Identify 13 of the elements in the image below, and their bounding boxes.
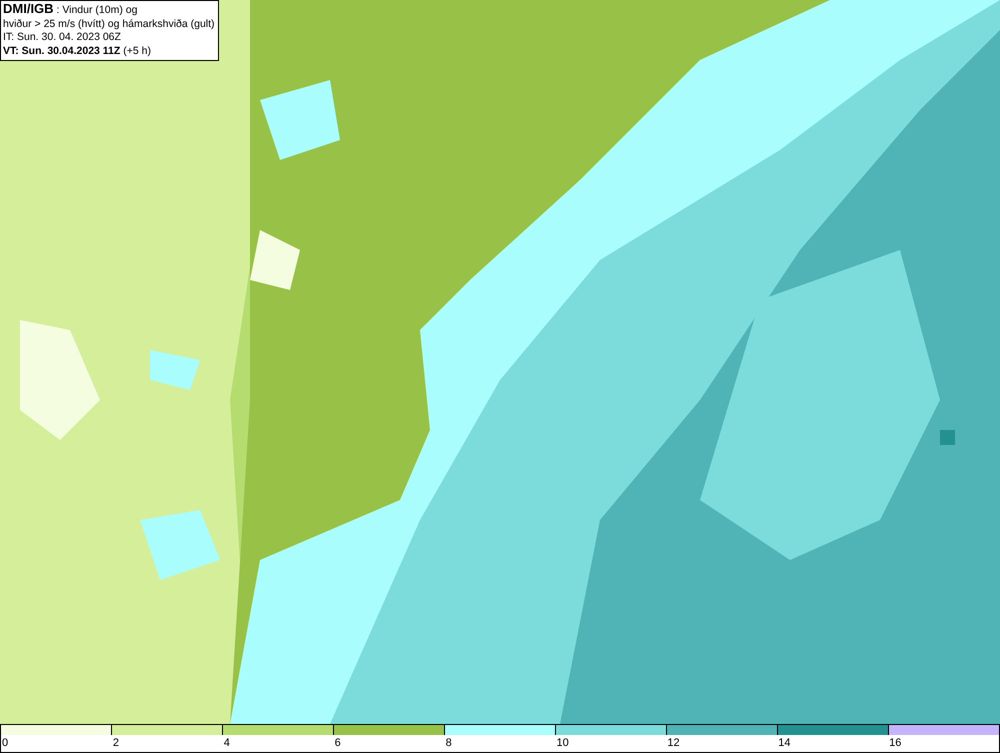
caption-line: IT: Sun. 30. 04. 2023 06Z [3, 31, 122, 44]
legend-tick-label: 2 [112, 737, 120, 749]
caption-line: hviður > 25 m/s (hvítt) og hámarkshviða (gult) [3, 18, 215, 31]
legend-tick-label: 14 [778, 737, 790, 749]
legend-tick-label: 0 [2, 737, 8, 749]
legend-tick-label: 8 [446, 737, 452, 749]
legend-tick-label: 12 [667, 737, 680, 749]
caption-line: VT: Sun. 30.04.2023 11Z (+5 h) [3, 44, 152, 58]
legend-tick-label: 16 [889, 737, 902, 749]
legend-tick-label: 4 [224, 737, 230, 749]
caption-line: DMI/IGB : Vindur (10m) og [3, 2, 138, 18]
legend-tick-label: 10 [556, 737, 569, 749]
legend-tick-label: 6 [334, 737, 341, 749]
